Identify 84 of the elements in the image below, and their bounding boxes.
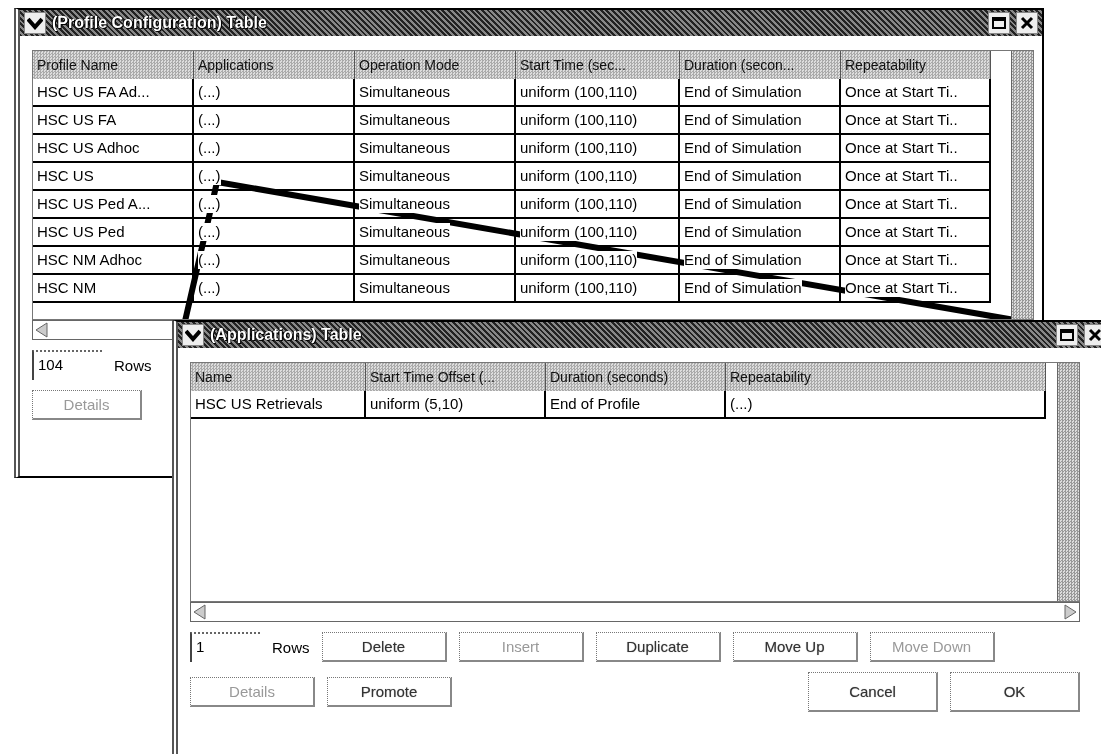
table-cell: HSC US Adhoc	[33, 135, 194, 163]
maximize-icon[interactable]	[988, 12, 1010, 34]
table-cell: Simultaneous	[355, 135, 516, 163]
column-header[interactable]: Start Time (sec...	[516, 51, 680, 79]
horizontal-scrollbar[interactable]	[190, 602, 1080, 622]
table-cell: HSC US FA	[33, 107, 194, 135]
toolbar-button[interactable]: Move Up	[732, 632, 858, 662]
left-arrow-icon[interactable]	[191, 603, 209, 621]
action-button[interactable]: Promote	[327, 677, 452, 707]
table-cell: uniform (100,110)	[516, 163, 680, 191]
table-cell: End of Simulation	[680, 135, 841, 163]
dialog-button[interactable]: Cancel	[808, 672, 938, 712]
table-cell: uniform (100,110)	[516, 135, 680, 163]
rows-label: Rows	[272, 638, 310, 656]
table-cell: End of Simulation	[680, 191, 841, 219]
table-cell: HSC NM	[33, 275, 194, 303]
close-icon[interactable]	[1084, 324, 1101, 346]
left-arrow-icon[interactable]	[33, 321, 51, 339]
table-cell: Simultaneous	[355, 247, 516, 275]
table-cell: Simultaneous	[355, 275, 516, 303]
table-cell: HSC NM Adhoc	[33, 247, 194, 275]
menu-icon[interactable]	[24, 12, 46, 34]
table-cell: Once at Start Ti..	[841, 107, 991, 135]
table-cell: End of Simulation	[680, 247, 841, 275]
menu-icon[interactable]	[182, 324, 204, 346]
column-header[interactable]: Repeatability	[726, 363, 1046, 391]
vertical-scrollbar[interactable]	[1057, 363, 1079, 601]
table-cell: End of Simulation	[680, 275, 841, 303]
table-cell: uniform (5,10)	[366, 391, 546, 419]
table-cell: HSC US Ped A...	[33, 191, 194, 219]
column-header[interactable]: Duration (secon...	[680, 51, 841, 79]
table-cell: uniform (100,110)	[516, 219, 680, 247]
table-cell: Once at Start Ti..	[841, 275, 991, 303]
rows-label: Rows	[114, 356, 152, 374]
table-cell: End of Simulation	[680, 163, 841, 191]
table-cell: (...)	[194, 135, 355, 163]
maximize-icon[interactable]	[1056, 324, 1078, 346]
table-cell: Once at Start Ti..	[841, 219, 991, 247]
table-cell: Simultaneous	[355, 191, 516, 219]
table-cell: Once at Start Ti..	[841, 247, 991, 275]
table-cell: HSC US Retrievals	[191, 391, 366, 419]
table-cell: Once at Start Ti..	[841, 79, 991, 107]
table-cell: Simultaneous	[355, 163, 516, 191]
close-icon[interactable]	[1016, 12, 1038, 34]
column-header[interactable]: Applications	[194, 51, 355, 79]
table-cell: HSC US	[33, 163, 194, 191]
table-cell: Once at Start Ti..	[841, 163, 991, 191]
vertical-scrollbar[interactable]	[1011, 51, 1033, 319]
toolbar-button[interactable]: Delete	[321, 632, 447, 662]
table-cell: Simultaneous	[355, 107, 516, 135]
table-cell: (...)	[194, 191, 355, 219]
table-cell: HSC US FA Ad...	[33, 79, 194, 107]
right-arrow-icon[interactable]	[1061, 603, 1079, 621]
row-count-field[interactable]: 104	[32, 350, 102, 380]
dialog-button[interactable]: OK	[950, 672, 1080, 712]
table-cell: (...)	[194, 275, 355, 303]
table-cell: uniform (100,110)	[516, 191, 680, 219]
column-header[interactable]: Duration (seconds)	[546, 363, 726, 391]
table-cell: (...)	[194, 163, 355, 191]
table-cell: uniform (100,110)	[516, 275, 680, 303]
table-cell: (...)	[726, 391, 1046, 419]
table-cell: End of Profile	[546, 391, 726, 419]
table-cell: Simultaneous	[355, 79, 516, 107]
table-cell: uniform (100,110)	[516, 247, 680, 275]
table-cell: End of Simulation	[680, 219, 841, 247]
column-header[interactable]: Repeatability	[841, 51, 991, 79]
toolbar-button[interactable]: Duplicate	[595, 632, 721, 662]
table-cell: End of Simulation	[680, 79, 841, 107]
column-header[interactable]: Name	[191, 363, 366, 391]
table-cell: Simultaneous	[355, 219, 516, 247]
column-header[interactable]: Profile Name	[33, 51, 194, 79]
table-cell: (...)	[194, 247, 355, 275]
table-cell: HSC US Ped	[33, 219, 194, 247]
table-cell: Once at Start Ti..	[841, 135, 991, 163]
table-cell: uniform (100,110)	[516, 79, 680, 107]
table-cell: uniform (100,110)	[516, 107, 680, 135]
table-cell: (...)	[194, 219, 355, 247]
table-cell: (...)	[194, 107, 355, 135]
table-cell: End of Simulation	[680, 107, 841, 135]
table-cell: (...)	[194, 79, 355, 107]
column-header[interactable]: Start Time Offset (...	[366, 363, 546, 391]
column-header[interactable]: Operation Mode	[355, 51, 516, 79]
table-cell: Once at Start Ti..	[841, 191, 991, 219]
row-count-field[interactable]: 1	[190, 632, 260, 662]
